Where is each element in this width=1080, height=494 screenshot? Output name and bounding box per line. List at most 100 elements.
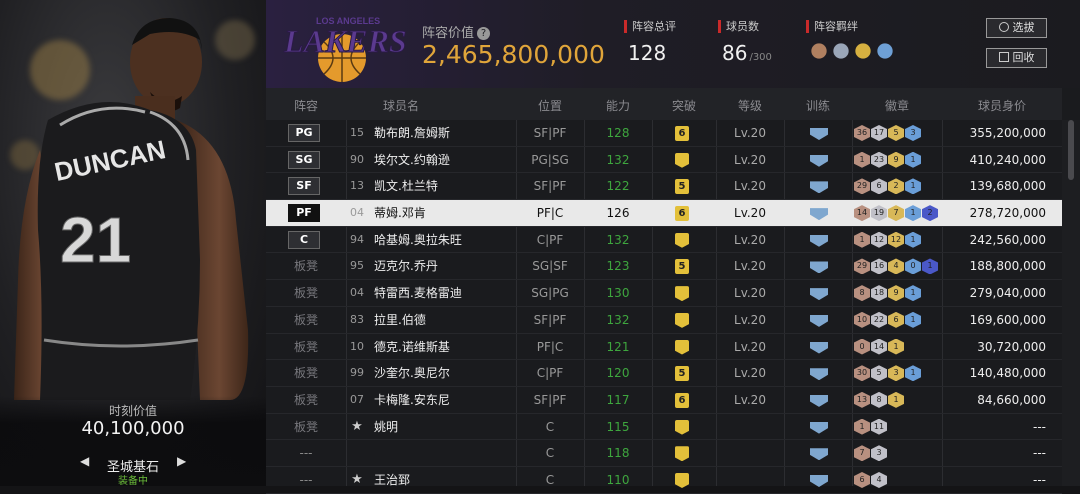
player-level: Lv.20: [734, 152, 766, 167]
chemistry-icon[interactable]: [855, 43, 871, 59]
recycle-button[interactable]: 回收: [986, 48, 1047, 68]
player-level: Lv.20: [734, 339, 766, 354]
player-name[interactable]: 拉里.伯德: [374, 307, 514, 334]
player-name[interactable]: 沙奎尔.奥尼尔: [374, 360, 514, 387]
table-row[interactable]: 板凳 99 沙奎尔.奥尼尔 C|PF 120 5 Lv.20 30 5 3 1 140,480,000: [266, 360, 1062, 387]
badge-icon: 14: [854, 205, 870, 222]
badge-icon: 1: [854, 231, 870, 248]
table-row[interactable]: PG 15 勒布朗.詹姆斯 SF|PF 128 6 Lv.20 36 17 5 3 355,200,0…: [266, 120, 1062, 147]
player-price: ---: [1033, 419, 1046, 434]
player-price: 355,200,000: [969, 126, 1046, 140]
breakthrough-badge: 5: [675, 179, 689, 195]
chemistry-icon[interactable]: [811, 43, 827, 59]
player-name[interactable]: 卡梅隆.安东尼: [374, 387, 514, 414]
table-row[interactable]: C 94 哈基姆.奥拉朱旺 C|PF 132 Lv.20 1 12 12 1 242,560,000: [266, 227, 1062, 254]
player-rating: 126: [606, 206, 630, 221]
player-level: Lv.20: [734, 259, 766, 274]
column-header[interactable]: 徽章: [852, 97, 942, 114]
training-icon[interactable]: [810, 448, 828, 461]
table-row[interactable]: 板凳 07 卡梅隆.安东尼 SF|PF 117 6 Lv.20 13 8 1 84,660,000: [266, 387, 1062, 414]
column-header[interactable]: 能力: [584, 97, 652, 114]
badge-icon: 29: [854, 178, 870, 195]
column-header[interactable]: 训练: [784, 97, 852, 114]
column-header[interactable]: 突破: [652, 97, 716, 114]
lineup-slot: 板凳: [293, 259, 318, 274]
player-name[interactable]: 勒布朗.詹姆斯: [374, 120, 514, 147]
help-icon[interactable]: ?: [477, 27, 491, 40]
player-price: 188,800,000: [969, 259, 1046, 274]
training-icon[interactable]: [810, 314, 828, 327]
player-rating: 123: [606, 259, 630, 274]
next-card-arrow-icon[interactable]: ▶: [177, 454, 186, 468]
training-icon[interactable]: [810, 341, 828, 354]
badge-list: 73: [854, 445, 887, 462]
player-name[interactable]: 凯文.杜兰特: [374, 173, 514, 200]
column-header[interactable]: 等级: [716, 97, 784, 114]
training-icon[interactable]: [810, 181, 828, 194]
column-header[interactable]: 球员名: [346, 97, 456, 114]
training-icon[interactable]: [810, 421, 828, 434]
badge-list: 29 6 2 1: [854, 178, 921, 195]
table-row[interactable]: --- C 118 7 3 ---: [266, 440, 1062, 467]
training-icon[interactable]: [810, 394, 828, 407]
training-icon[interactable]: [810, 234, 828, 247]
filter-button[interactable]: 选拔: [986, 18, 1047, 38]
jersey-number: 21: [60, 204, 131, 276]
equipped-status: 装备中: [118, 476, 148, 486]
column-header[interactable]: 球员身价: [942, 97, 1062, 114]
table-row[interactable]: SG 90 埃尔文.约翰逊 PG|SG 132 Lv.20 1 23 9 1 410,240,000: [266, 147, 1062, 174]
scrollbar[interactable]: [1062, 120, 1080, 486]
player-level: Lv.20: [734, 232, 766, 247]
player-name[interactable]: [374, 440, 514, 467]
player-name[interactable]: 迈克尔.乔丹: [374, 253, 514, 280]
player-name[interactable]: 埃尔文.约翰逊: [374, 147, 514, 174]
badge-icon: 1: [888, 338, 904, 355]
table-row[interactable]: PF 04 蒂姆.邓肯 PF|C 126 6 Lv.20 14 19 7 1 2 278,720,000: [266, 200, 1062, 227]
column-header[interactable]: 阵容: [266, 97, 346, 114]
table-row[interactable]: 板凳 83 拉里.伯德 SF|PF 132 Lv.20 10 22 6 1 169,600,000: [266, 307, 1062, 334]
training-icon[interactable]: [810, 208, 828, 221]
badge-icon: 10: [854, 311, 870, 328]
player-price: 278,720,000: [969, 206, 1046, 221]
training-icon[interactable]: [810, 128, 828, 140]
chemistry-icon[interactable]: [877, 43, 893, 59]
crown-icon: [675, 152, 689, 168]
badge-list: 0 14 1: [854, 338, 904, 356]
player-name[interactable]: 王治郅: [374, 467, 514, 494]
lineup-slot: 板凳: [293, 286, 318, 301]
table-row[interactable]: 板凳 ★ 姚明 C 115 1 11 ---: [266, 414, 1062, 441]
player-name[interactable]: 特雷西.麦格雷迪: [374, 280, 514, 307]
table-row[interactable]: 板凳 04 特雷西.麦格雷迪 SG|PG 130 Lv.20 8 18 9 1 279,040,00…: [266, 280, 1062, 307]
player-name[interactable]: 德克.诺维斯基: [374, 334, 514, 361]
badge-icon: 36: [854, 125, 870, 141]
lineup-chemistry[interactable]: 阵容羁绊: [806, 20, 894, 59]
table-row[interactable]: 板凳 95 迈克尔.乔丹 SG|SF 123 5 Lv.20 29 16 4 0 1 188,800,0…: [266, 253, 1062, 281]
player-name[interactable]: 蒂姆.邓肯: [374, 200, 514, 227]
player-price: ---: [1033, 472, 1046, 487]
player-name[interactable]: 姚明: [374, 414, 514, 441]
training-icon[interactable]: [810, 288, 828, 301]
lineup-slot: 板凳: [293, 392, 318, 407]
training-icon[interactable]: [810, 474, 828, 487]
column-header[interactable]: 位置: [516, 97, 584, 114]
table-row[interactable]: SF 13 凯文.杜兰特 SF|PF 122 5 Lv.20 29 6 2 1 139,680,000: [266, 173, 1062, 201]
training-icon[interactable]: [810, 154, 828, 167]
badge-icon: 8: [854, 285, 870, 302]
lineup-header: LOS ANGELES LAKERS 阵容价值? 2,465,800,000 阵…: [266, 0, 1080, 88]
table-row[interactable]: 板凳 10 德克.诺维斯基 PF|C 121 Lv.20 0 14 1 30,720,000: [266, 334, 1062, 361]
training-icon[interactable]: [810, 368, 828, 381]
player-price: 410,240,000: [969, 152, 1046, 167]
lineup-slot-badge: PF: [288, 204, 320, 223]
scrollbar-thumb[interactable]: [1068, 120, 1074, 180]
badge-icon: 1: [922, 258, 938, 275]
badge-icon: 1: [854, 418, 870, 435]
player-table: PG 15 勒布朗.詹姆斯 SF|PF 128 6 Lv.20 36 17 5 3 355,200,0…: [266, 120, 1062, 494]
crown-icon: [675, 446, 689, 462]
player-name[interactable]: 哈基姆.奥拉朱旺: [374, 227, 514, 254]
player-rating: 120: [606, 366, 630, 381]
training-icon[interactable]: [810, 261, 828, 274]
badge-icon: 1: [888, 391, 904, 408]
player-number: 13: [350, 179, 364, 193]
chemistry-icon[interactable]: [833, 43, 849, 59]
table-row[interactable]: --- ★ 王治郅 C 110 6 4 ---: [266, 467, 1062, 494]
